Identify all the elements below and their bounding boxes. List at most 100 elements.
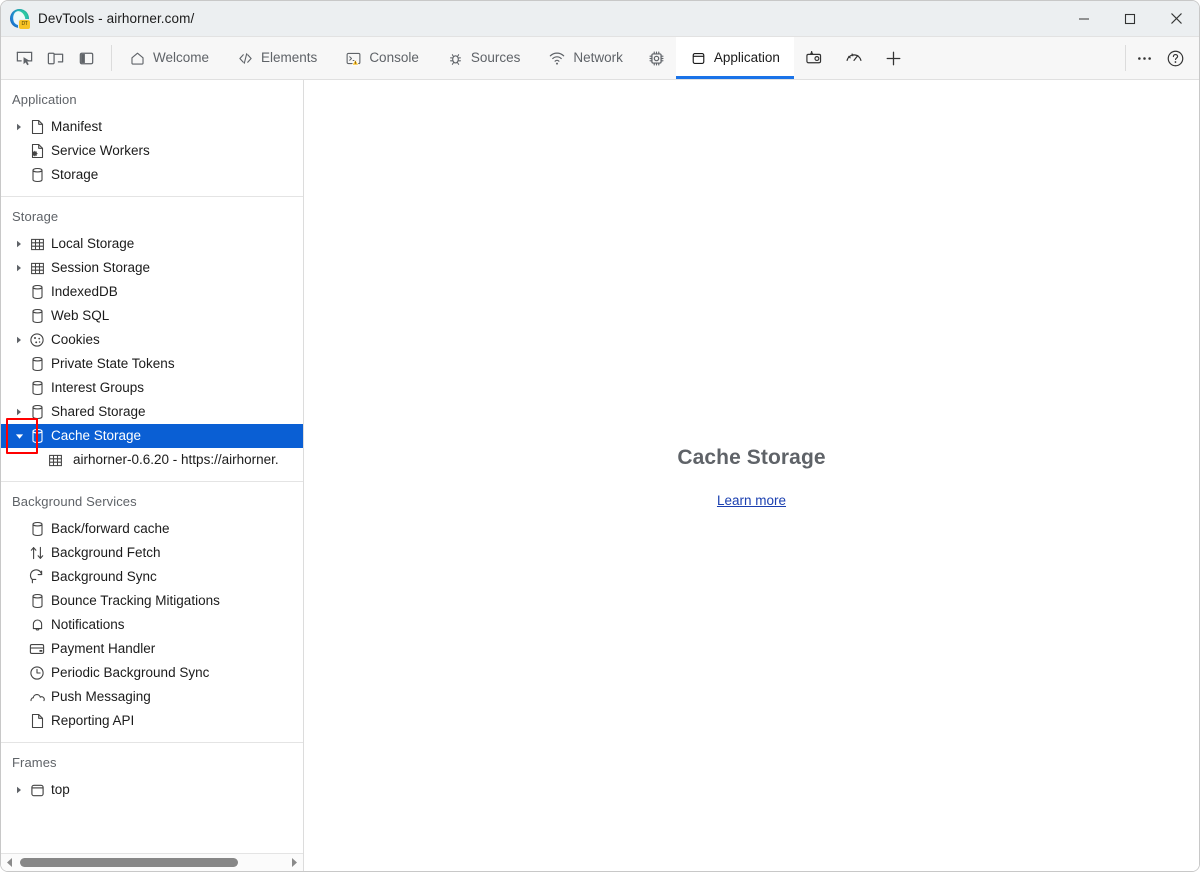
scrollbar-track[interactable]	[18, 854, 286, 871]
sidebar-section-application: Application Manifest	[1, 80, 303, 197]
table-icon	[27, 261, 47, 276]
sidebar-item-shared-storage[interactable]: Shared Storage	[1, 400, 303, 424]
tab-application[interactable]: Application	[676, 37, 794, 79]
recorder-icon	[804, 48, 824, 68]
devtools-favicon: DT	[10, 9, 29, 28]
empty-state: Cache Storage Learn more	[304, 446, 1199, 510]
window-controls	[1061, 1, 1199, 36]
sidebar-item-label: Push Messaging	[51, 690, 151, 704]
code-icon	[237, 50, 254, 67]
twisty-collapsed-icon[interactable]	[11, 264, 27, 272]
scroll-left-arrow[interactable]	[1, 857, 18, 868]
sidebar-item-background-fetch[interactable]: Background Fetch	[1, 541, 303, 565]
tab-welcome[interactable]: Welcome	[115, 37, 223, 79]
sidebar-item-bounce-tracking-mitigations[interactable]: Bounce Tracking Mitigations	[1, 589, 303, 613]
bell-icon	[27, 617, 47, 633]
document-icon	[27, 713, 47, 729]
sidebar-item-label: Reporting API	[51, 714, 134, 728]
dock-side-button[interactable]	[71, 43, 102, 73]
sidebar-item-local-storage[interactable]: Local Storage	[1, 232, 303, 256]
tab-elements[interactable]: Elements	[223, 37, 331, 79]
sidebar-item-periodic-background-sync[interactable]: Periodic Background Sync	[1, 661, 303, 685]
database-icon	[27, 404, 47, 420]
twisty-collapsed-icon[interactable]	[11, 336, 27, 344]
sidebar-item-private-state-tokens[interactable]: Private State Tokens	[1, 352, 303, 376]
sidebar-item-back-forward-cache[interactable]: Back/forward cache	[1, 517, 303, 541]
database-icon	[27, 521, 47, 537]
sidebar-item-payment-handler[interactable]: Payment Handler	[1, 637, 303, 661]
sidebar-item-interest-groups[interactable]: Interest Groups	[1, 376, 303, 400]
sidebar-item-service-workers[interactable]: Service Workers	[1, 139, 303, 163]
sidebar-item-web-sql[interactable]: Web SQL	[1, 304, 303, 328]
twisty-collapsed-icon[interactable]	[11, 786, 27, 794]
sidebar-item-top-frame[interactable]: top	[1, 778, 303, 802]
tab-label: Sources	[471, 51, 521, 65]
add-panel-button[interactable]	[874, 37, 913, 79]
section-title: Background Services	[1, 492, 303, 517]
tabbar-right-divider	[1125, 45, 1126, 71]
sidebar-item-label: Background Fetch	[51, 546, 161, 560]
sidebar-item-label: airhorner-0.6.20 - https://airhorner.	[73, 453, 279, 467]
tab-performance-insights[interactable]	[834, 37, 874, 79]
database-icon	[27, 380, 47, 396]
sidebar-item-notifications[interactable]: Notifications	[1, 613, 303, 637]
maximize-button[interactable]	[1107, 1, 1153, 36]
sidebar-item-label: Cache Storage	[51, 429, 141, 443]
twisty-collapsed-icon[interactable]	[11, 240, 27, 248]
minimize-button[interactable]	[1061, 1, 1107, 36]
section-title: Frames	[1, 753, 303, 778]
sidebar-section-storage: Storage Local Storage	[1, 197, 303, 482]
sidebar-section-frames: Frames top	[1, 743, 303, 811]
sidebar-item-push-messaging[interactable]: Push Messaging	[1, 685, 303, 709]
tab-console[interactable]: Console	[331, 37, 433, 79]
tab-label: Welcome	[153, 51, 209, 65]
learn-more-link[interactable]: Learn more	[717, 493, 786, 508]
section-title: Storage	[1, 207, 303, 232]
tab-sources[interactable]: Sources	[433, 37, 535, 79]
tab-performance[interactable]	[637, 37, 676, 79]
database-icon	[27, 308, 47, 324]
help-button[interactable]	[1160, 43, 1191, 73]
twisty-collapsed-icon[interactable]	[11, 408, 27, 416]
device-toolbar-button[interactable]	[40, 43, 71, 73]
inspect-element-button[interactable]	[9, 43, 40, 73]
sidebar-item-storage[interactable]: Storage	[1, 163, 303, 187]
scroll-right-arrow[interactable]	[286, 857, 303, 868]
title-bar-left: DT DevTools - airhorner.com/	[1, 9, 194, 28]
sidebar-item-label: Web SQL	[51, 309, 109, 323]
sidebar-item-label: Back/forward cache	[51, 522, 170, 536]
tab-recorder[interactable]	[794, 37, 834, 79]
section-title: Application	[1, 90, 303, 115]
sidebar-item-label: Session Storage	[51, 261, 150, 275]
twisty-collapsed-icon[interactable]	[11, 123, 27, 131]
sidebar-item-background-sync[interactable]: Background Sync	[1, 565, 303, 589]
sidebar-item-label: Private State Tokens	[51, 357, 175, 371]
tab-label: Network	[573, 51, 623, 65]
close-button[interactable]	[1153, 1, 1199, 36]
sidebar-horizontal-scrollbar[interactable]	[1, 853, 303, 871]
window-title: DevTools - airhorner.com/	[38, 11, 194, 26]
more-tools-button[interactable]	[1129, 43, 1160, 73]
sidebar-item-manifest[interactable]: Manifest	[1, 115, 303, 139]
sidebar-item-cache-entry[interactable]: airhorner-0.6.20 - https://airhorner.	[1, 448, 303, 472]
sidebar-item-cookies[interactable]: Cookies	[1, 328, 303, 352]
document-icon	[27, 119, 47, 135]
scrollbar-thumb[interactable]	[20, 858, 238, 867]
bug-icon	[447, 50, 464, 67]
sidebar-item-indexeddb[interactable]: IndexedDB	[1, 280, 303, 304]
sidebar-item-label: top	[51, 783, 70, 797]
sidebar-item-reporting-api[interactable]: Reporting API	[1, 709, 303, 733]
performance-chip-icon	[647, 49, 666, 68]
devtools-window: DT DevTools - airhorner.com/	[0, 0, 1200, 872]
service-worker-icon	[27, 143, 47, 159]
table-icon	[27, 237, 47, 252]
twisty-expanded-icon[interactable]	[11, 432, 27, 441]
cookie-icon	[27, 332, 47, 348]
sidebar-item-cache-storage[interactable]: Cache Storage	[1, 424, 303, 448]
sidebar-item-session-storage[interactable]: Session Storage	[1, 256, 303, 280]
favicon-badge: DT	[19, 20, 30, 29]
sidebar-item-label: Payment Handler	[51, 642, 155, 656]
tab-network[interactable]: Network	[534, 37, 637, 79]
card-icon	[27, 642, 47, 656]
sidebar-scroll-area[interactable]: Application Manifest	[1, 80, 303, 853]
